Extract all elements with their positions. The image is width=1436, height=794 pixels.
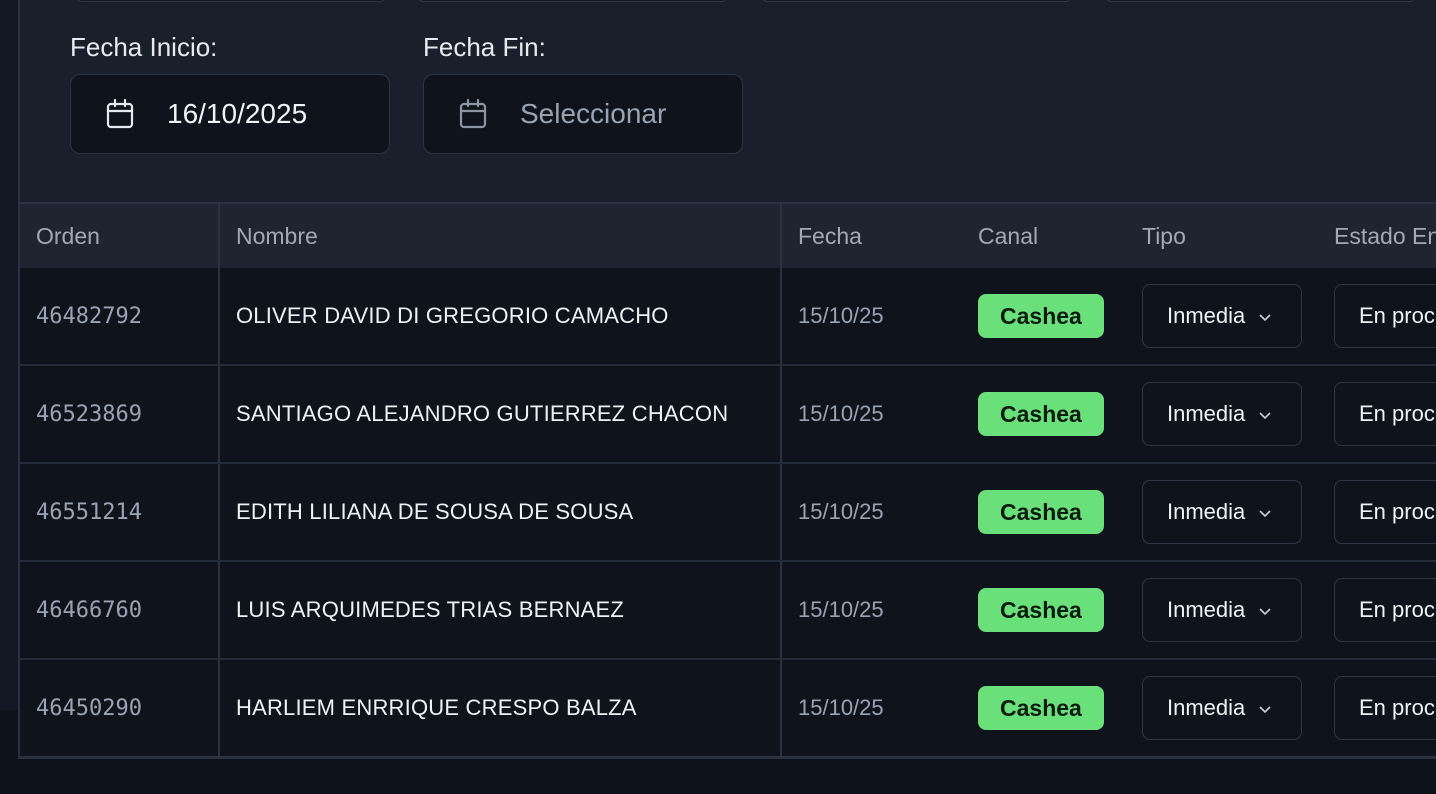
estado-value: En proc <box>1359 695 1435 720</box>
left-rail <box>0 0 18 710</box>
orders-table: Orden Nombre Fecha Canal Tipo Estado En … <box>20 202 1436 758</box>
estado-cell: En proc <box>1318 562 1436 658</box>
header-orden[interactable]: Orden <box>20 204 220 268</box>
canal-badge: Cashea <box>978 588 1104 632</box>
tipo-select[interactable]: Inmedia <box>1142 284 1302 348</box>
top-filter-field-1[interactable] <box>76 0 386 2</box>
calendar-icon <box>458 98 488 130</box>
tipo-value: Inmedia <box>1167 597 1246 622</box>
table-row[interactable]: 46466760 LUIS ARQUIMEDES TRIAS BERNAEZ 1… <box>20 562 1436 660</box>
customer-name: LUIS ARQUIMEDES TRIAS BERNAEZ <box>220 562 782 658</box>
customer-name: SANTIAGO ALEJANDRO GUTIERREZ CHACON <box>220 366 782 462</box>
top-filter-field-2[interactable] <box>418 0 728 2</box>
top-filter-field-4[interactable] <box>1106 0 1416 2</box>
order-id: 46466760 <box>20 562 220 658</box>
order-date: 15/10/25 <box>798 695 884 720</box>
table-row[interactable]: 46450290 HARLIEM ENRRIQUE CRESPO BALZA 1… <box>20 660 1436 758</box>
tipo-select[interactable]: Inmedia <box>1142 676 1302 740</box>
end-date-input[interactable]: Seleccionar <box>423 74 743 154</box>
chevron-down-icon <box>1259 510 1271 518</box>
table-body: 46482792 OLIVER DAVID DI GREGORIO CAMACH… <box>20 268 1436 758</box>
estado-value: En proc <box>1359 401 1435 426</box>
orders-panel: Fecha Inicio: 16/10/2025 Fecha Fin: Sele… <box>18 0 1436 758</box>
start-date-input[interactable]: 16/10/2025 <box>70 74 390 154</box>
customer-name: HARLIEM ENRRIQUE CRESPO BALZA <box>220 660 782 756</box>
header-nombre[interactable]: Nombre <box>220 204 782 268</box>
order-date: 15/10/25 <box>798 303 884 328</box>
order-id: 46551214 <box>20 464 220 560</box>
canal-cell: Cashea <box>962 464 1126 560</box>
start-date-value: 16/10/2025 <box>167 98 308 129</box>
calendar-icon <box>105 98 135 130</box>
canal-badge: Cashea <box>978 294 1104 338</box>
tipo-value: Inmedia <box>1167 695 1246 720</box>
canal-badge: Cashea <box>978 686 1104 730</box>
estado-select[interactable]: En proc <box>1334 382 1436 446</box>
table-header: Orden Nombre Fecha Canal Tipo Estado En <box>20 204 1436 268</box>
top-filter-field-3[interactable] <box>762 0 1072 2</box>
estado-select[interactable]: En proc <box>1334 578 1436 642</box>
order-date: 15/10/25 <box>798 499 884 524</box>
estado-select[interactable]: En proc <box>1334 480 1436 544</box>
canal-cell: Cashea <box>962 366 1126 462</box>
date-filters: Fecha Inicio: 16/10/2025 Fecha Fin: Sele… <box>70 30 743 154</box>
table-bottom-border <box>18 756 1436 759</box>
tipo-select[interactable]: Inmedia <box>1142 578 1302 642</box>
chevron-down-icon <box>1259 706 1271 714</box>
customer-name: OLIVER DAVID DI GREGORIO CAMACHO <box>220 268 782 364</box>
order-date: 15/10/25 <box>798 597 884 622</box>
table-row[interactable]: 46523869 SANTIAGO ALEJANDRO GUTIERREZ CH… <box>20 366 1436 464</box>
tipo-cell: Inmedia <box>1126 268 1318 364</box>
estado-cell: En proc <box>1318 660 1436 756</box>
tipo-cell: Inmedia <box>1126 562 1318 658</box>
top-filter-row-edges <box>20 0 1436 4</box>
table-row[interactable]: 46551214 EDITH LILIANA DE SOUSA DE SOUSA… <box>20 464 1436 562</box>
estado-cell: En proc <box>1318 268 1436 364</box>
header-tipo[interactable]: Tipo <box>1126 204 1318 268</box>
header-canal[interactable]: Canal <box>962 204 1126 268</box>
order-id: 46450290 <box>20 660 220 756</box>
estado-value: En proc <box>1359 597 1435 622</box>
canal-cell: Cashea <box>962 660 1126 756</box>
chevron-down-icon <box>1259 412 1271 420</box>
header-estado[interactable]: Estado En <box>1318 204 1436 268</box>
estado-select[interactable]: En proc <box>1334 284 1436 348</box>
tipo-select[interactable]: Inmedia <box>1142 480 1302 544</box>
tipo-value: Inmedia <box>1167 499 1246 524</box>
estado-value: En proc <box>1359 303 1435 328</box>
tipo-cell: Inmedia <box>1126 464 1318 560</box>
chevron-down-icon <box>1259 608 1271 616</box>
estado-select[interactable]: En proc <box>1334 676 1436 740</box>
tipo-value: Inmedia <box>1167 303 1246 328</box>
order-id: 46482792 <box>20 268 220 364</box>
estado-cell: En proc <box>1318 366 1436 462</box>
end-date-placeholder: Seleccionar <box>520 98 667 129</box>
estado-cell: En proc <box>1318 464 1436 560</box>
chevron-down-icon <box>1259 314 1271 322</box>
table-row[interactable]: 46482792 OLIVER DAVID DI GREGORIO CAMACH… <box>20 268 1436 366</box>
tipo-value: Inmedia <box>1167 401 1246 426</box>
tipo-cell: Inmedia <box>1126 660 1318 756</box>
start-date-label: Fecha Inicio: <box>70 32 218 62</box>
page: Fecha Inicio: 16/10/2025 Fecha Fin: Sele… <box>0 0 1436 794</box>
tipo-cell: Inmedia <box>1126 366 1318 462</box>
canal-badge: Cashea <box>978 392 1104 436</box>
canal-cell: Cashea <box>962 268 1126 364</box>
canal-badge: Cashea <box>978 490 1104 534</box>
order-id: 46523869 <box>20 366 220 462</box>
start-date-group: Fecha Inicio: 16/10/2025 <box>70 30 390 154</box>
end-date-group: Fecha Fin: Seleccionar <box>423 30 743 154</box>
tipo-select[interactable]: Inmedia <box>1142 382 1302 446</box>
customer-name: EDITH LILIANA DE SOUSA DE SOUSA <box>220 464 782 560</box>
order-date: 15/10/25 <box>798 401 884 426</box>
header-fecha[interactable]: Fecha <box>782 204 962 268</box>
end-date-label: Fecha Fin: <box>423 32 546 62</box>
canal-cell: Cashea <box>962 562 1126 658</box>
estado-value: En proc <box>1359 499 1435 524</box>
